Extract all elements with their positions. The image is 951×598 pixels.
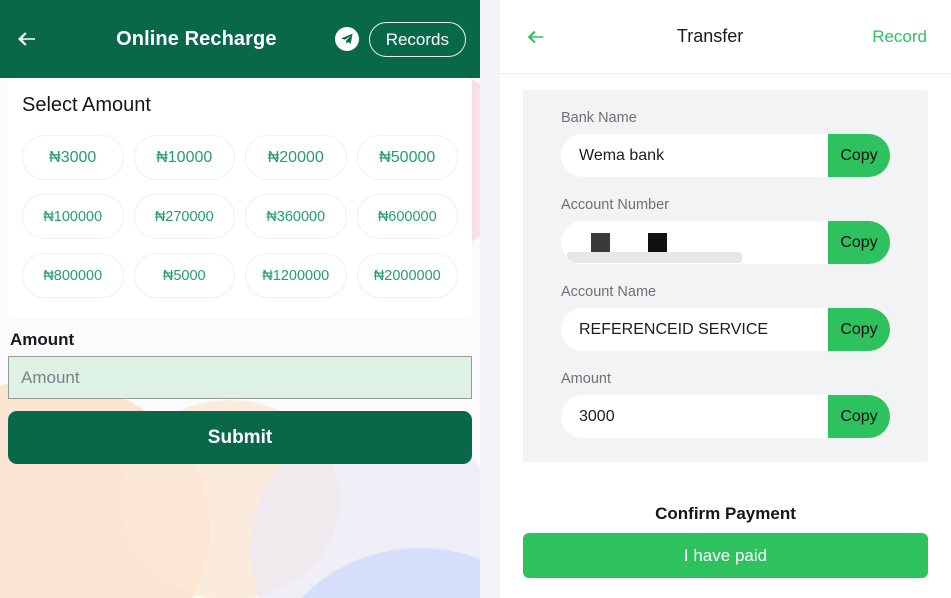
- telegram-send-icon[interactable]: [334, 27, 359, 51]
- online-recharge-screen: Online Recharge Records Select Amount ₦3…: [0, 0, 480, 598]
- copy-account-number-button[interactable]: Copy: [828, 221, 890, 264]
- amount-input[interactable]: [8, 356, 472, 399]
- copy-amount-button[interactable]: Copy: [828, 395, 890, 438]
- bank-name-value: Wema bank: [561, 134, 828, 177]
- account-name-value: REFERENCEID SERVICE: [561, 308, 828, 351]
- amount-option[interactable]: ₦2000000: [356, 253, 458, 298]
- copy-bank-name-button[interactable]: Copy: [828, 134, 890, 177]
- transfer-amount-label: Amount: [561, 371, 611, 387]
- dual-screen-container: Online Recharge Records Select Amount ₦3…: [0, 0, 951, 598]
- copy-account-name-button[interactable]: Copy: [828, 308, 890, 351]
- select-amount-card: Select Amount ₦3000 ₦10000 ₦20000 ₦50000…: [8, 78, 472, 318]
- confirm-payment-title: Confirm Payment: [655, 504, 796, 523]
- i-have-paid-button[interactable]: I have paid: [523, 533, 928, 578]
- account-name-label: Account Name: [561, 284, 657, 300]
- redaction-marks: [579, 233, 667, 252]
- amount-option[interactable]: ₦600000: [356, 194, 458, 239]
- redaction-box: [591, 233, 610, 252]
- back-arrow-icon[interactable]: [524, 25, 548, 49]
- submit-button[interactable]: Submit: [8, 411, 472, 464]
- redaction-smudge: [567, 252, 742, 263]
- back-arrow-icon[interactable]: [14, 26, 40, 52]
- select-amount-title: Select Amount: [22, 94, 151, 116]
- amount-option[interactable]: ₦800000: [22, 253, 124, 298]
- transfer-details-card: Bank Name Wema bank Copy Account Number …: [523, 90, 928, 462]
- amount-option[interactable]: ₦10000: [133, 135, 235, 180]
- transfer-body: Bank Name Wema bank Copy Account Number …: [500, 74, 951, 494]
- amount-field-label: Amount: [10, 330, 75, 349]
- redaction-box: [648, 233, 667, 252]
- account-name-row: REFERENCEID SERVICE Copy: [561, 308, 890, 351]
- amount-option[interactable]: ₦5000: [133, 253, 235, 298]
- amount-option[interactable]: ₦3000: [22, 135, 124, 180]
- transfer-amount-row: 3000 Copy: [561, 395, 890, 438]
- confirm-payment-section: Confirm Payment I have paid: [500, 494, 951, 598]
- amount-option[interactable]: ₦1200000: [245, 253, 347, 298]
- amount-entry-form: Amount Submit: [0, 318, 480, 464]
- account-number-label: Account Number: [561, 197, 669, 213]
- amount-option[interactable]: ₦270000: [133, 194, 235, 239]
- amount-options-grid: ₦3000 ₦10000 ₦20000 ₦50000 ₦100000 ₦2700…: [22, 135, 458, 298]
- transfer-header: Transfer Record: [500, 0, 951, 74]
- records-button[interactable]: Records: [368, 21, 466, 57]
- bank-name-row: Wema bank Copy: [561, 134, 890, 177]
- page-title: Transfer: [676, 26, 744, 46]
- record-link[interactable]: Record: [872, 27, 927, 47]
- amount-option[interactable]: ₦360000: [245, 194, 347, 239]
- account-number-row: Copy: [561, 221, 890, 264]
- page-title: Online Recharge: [116, 27, 277, 50]
- transfer-amount-value: 3000: [561, 395, 828, 438]
- amount-option[interactable]: ₦20000: [245, 135, 347, 180]
- amount-option[interactable]: ₦100000: [22, 194, 124, 239]
- panel-divider: [480, 0, 500, 598]
- transfer-screen: Transfer Record Bank Name Wema bank Copy…: [500, 0, 951, 598]
- bank-name-label: Bank Name: [561, 110, 637, 126]
- account-number-value: [561, 221, 828, 264]
- recharge-header: Online Recharge Records: [0, 0, 480, 78]
- amount-option[interactable]: ₦50000: [356, 135, 458, 180]
